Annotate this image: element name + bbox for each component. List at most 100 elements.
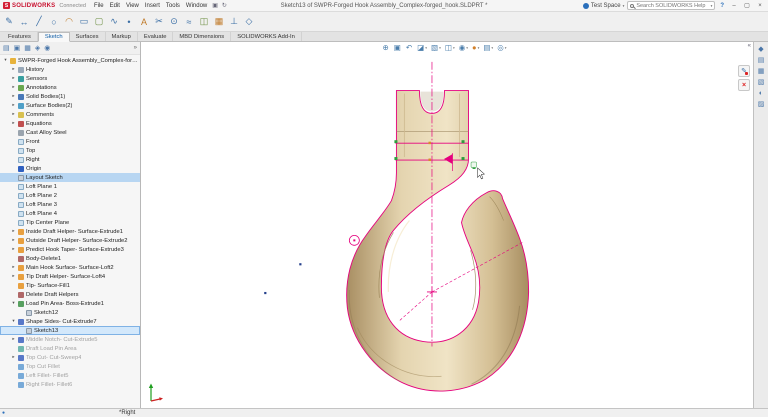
expander-icon[interactable]: ▸ xyxy=(11,94,16,99)
point-tool-icon[interactable]: • xyxy=(122,14,136,30)
ribbon-tab[interactable]: Markup xyxy=(106,32,138,41)
design-library-icon[interactable]: ▤ xyxy=(758,57,765,64)
tree-item[interactable]: Top Cut Fillet xyxy=(0,362,140,371)
expander-icon[interactable]: ▸ xyxy=(11,247,16,252)
ribbon-tab[interactable]: Evaluate xyxy=(138,32,174,41)
close-button[interactable]: × xyxy=(755,0,765,11)
save-icon[interactable]: ▣ xyxy=(210,2,220,9)
tree-item[interactable]: Loft Plane 3 xyxy=(0,200,140,209)
circle-tool-icon[interactable]: ○ xyxy=(47,14,61,30)
tree-item[interactable]: Top xyxy=(0,146,140,155)
section-view-icon[interactable]: ◪ ▾ xyxy=(416,43,428,53)
arc-tool-icon[interactable]: ◠ xyxy=(62,14,76,30)
propertymanager-icon[interactable]: ▣ xyxy=(14,45,21,52)
apply-scene-icon[interactable]: ▤ ▾ xyxy=(482,43,494,53)
slot-tool-icon[interactable]: ▢ xyxy=(92,14,106,30)
display-relations-icon[interactable]: ⊥ xyxy=(227,14,241,30)
smart-dimension-icon[interactable]: ↔ xyxy=(17,14,31,30)
view-settings-icon[interactable]: ◎ ▾ xyxy=(496,43,507,53)
expander-icon[interactable]: ▸ xyxy=(11,265,16,270)
hide-show-items-icon[interactable]: ◉ ▾ xyxy=(458,43,469,53)
threedexperience-icon[interactable]: ◆ xyxy=(758,46,763,53)
expander-icon[interactable]: ▸ xyxy=(11,103,16,108)
tree-item[interactable]: Loft Plane 2 xyxy=(0,191,140,200)
hook-model[interactable] xyxy=(347,91,529,391)
tree-item[interactable]: Cast Alloy Steel xyxy=(0,128,140,137)
tree-item[interactable]: ▸ Inside Draft Helper- Surface-Extrude1 xyxy=(0,227,140,236)
menu-item[interactable]: Edit xyxy=(107,2,123,10)
offset-entities-icon[interactable]: ≈ xyxy=(182,14,196,30)
ribbon-tab[interactable]: SOLIDWORKS Add-In xyxy=(231,32,302,41)
expander-icon[interactable]: ▸ xyxy=(11,238,16,243)
help-button[interactable]: ? xyxy=(718,3,726,9)
zoom-area-icon[interactable]: ▣ xyxy=(393,43,403,53)
maximize-button[interactable]: ▢ xyxy=(742,0,752,11)
view-orientation-icon[interactable]: ▧ ▾ xyxy=(430,43,442,53)
ribbon-tab[interactable]: Features xyxy=(2,32,38,41)
appearances-scenes-icon[interactable]: ◐ xyxy=(759,90,763,97)
tree-item[interactable]: ▸ Surface Bodies(2) xyxy=(0,101,140,110)
edit-appearance-icon[interactable]: ● ▾ xyxy=(471,43,480,53)
tree-item[interactable]: ▾ SWPR-Forged Hook Assembly_Complex-forg… xyxy=(0,56,140,65)
tree-item[interactable]: Layout Sketch xyxy=(0,173,140,182)
display-style-icon[interactable]: ◫ ▾ xyxy=(444,43,456,53)
view-palette-icon[interactable]: ▧ xyxy=(758,79,765,86)
tree-item[interactable]: ▸ Comments xyxy=(0,110,140,119)
tree-item[interactable]: Front xyxy=(0,137,140,146)
tree-item[interactable]: ▸ Predict Hook Taper- Surface-Extrude3 xyxy=(0,245,140,254)
tree-item[interactable]: Sketch12 xyxy=(0,308,140,317)
workspace-selector[interactable]: Test Space ▾ xyxy=(583,3,624,9)
trim-entities-icon[interactable]: ✂ xyxy=(152,14,166,30)
sketch-points[interactable] xyxy=(264,239,355,294)
expander-icon[interactable]: ▸ xyxy=(11,112,16,117)
tree-item[interactable]: Tip Center Plane xyxy=(0,218,140,227)
cancel-sketch-button[interactable]: × xyxy=(738,79,750,91)
expander-icon[interactable]: ▾ xyxy=(11,319,16,324)
search-input[interactable] xyxy=(636,3,708,9)
line-tool-icon[interactable]: ╱ xyxy=(32,14,46,30)
menu-item[interactable]: Insert xyxy=(142,2,163,10)
tree-item[interactable]: Origin xyxy=(0,164,140,173)
tree-item[interactable]: Body-Delete1 xyxy=(0,254,140,263)
tree-item[interactable]: Delete Draft Helpers xyxy=(0,290,140,299)
expander-icon[interactable]: ▾ xyxy=(11,301,16,306)
tree-item[interactable]: Loft Plane 4 xyxy=(0,209,140,218)
expander-icon[interactable]: ▾ xyxy=(3,58,8,63)
tree-item[interactable]: ▸ Equations xyxy=(0,119,140,128)
expander-icon[interactable]: ▸ xyxy=(11,337,16,342)
quick-snaps-icon[interactable]: ◇ xyxy=(242,14,256,30)
tree-item[interactable]: Loft Plane 1 xyxy=(0,182,140,191)
ribbon-tab[interactable]: Surfaces xyxy=(70,32,106,41)
expander-icon[interactable]: ▸ xyxy=(11,76,16,81)
rebuild-icon[interactable]: ↻ xyxy=(220,2,229,9)
text-tool-icon[interactable]: A xyxy=(137,14,151,30)
tree-item[interactable]: ▸ Tip Draft Helper- Surface-Loft4 xyxy=(0,272,140,281)
tree-item[interactable]: ▸ Annotations xyxy=(0,83,140,92)
rectangle-tool-icon[interactable]: ▭ xyxy=(77,14,91,30)
tree-item[interactable]: ▸ Main Hook Surface- Surface-Loft2 xyxy=(0,263,140,272)
mirror-entities-icon[interactable]: ◫ xyxy=(197,14,211,30)
spline-tool-icon[interactable]: ∿ xyxy=(107,14,121,30)
ribbon-tab[interactable]: MBD Dimensions xyxy=(173,32,231,41)
graphics-viewport[interactable]: ⊕ ▣ ↶ ◪ ▾ ▧ ▾ ◫ ▾ ◉ xyxy=(141,42,753,408)
tree-item[interactable]: Sketch13 xyxy=(0,326,140,335)
featuremanager-tree-icon[interactable]: ▤ xyxy=(3,45,10,52)
confirm-exit-sketch-button[interactable]: ✎ xyxy=(738,65,750,77)
tree-item[interactable]: ▸ History xyxy=(0,65,140,74)
ribbon-tab[interactable]: Sketch xyxy=(38,32,70,42)
convert-entities-icon[interactable]: ⊙ xyxy=(167,14,181,30)
panel-flyout-icon[interactable]: » xyxy=(134,45,137,51)
previous-view-icon[interactable]: ↶ xyxy=(405,43,414,53)
tree-item[interactable]: ▸ Middle Notch- Cut-Extrude5 xyxy=(0,335,140,344)
expander-icon[interactable]: ▸ xyxy=(11,355,16,360)
tree-item[interactable]: ▸ Solid Bodies(1) xyxy=(0,92,140,101)
displaymanager-icon[interactable]: ◉ xyxy=(44,45,50,52)
menu-item[interactable]: Window xyxy=(183,2,210,10)
tree-item[interactable]: ▸ Top Cut- Cut-Sweep4 xyxy=(0,353,140,362)
tree-item[interactable]: Left Fillet- Fillet5 xyxy=(0,371,140,380)
linear-pattern-icon[interactable]: ▦ xyxy=(212,14,226,30)
graphics-area[interactable] xyxy=(141,42,753,408)
sketch-tool-icon[interactable]: ✎ xyxy=(2,14,16,30)
custom-properties-icon[interactable]: ▨ xyxy=(758,101,765,108)
search-scope-chevron-icon[interactable]: ▾ xyxy=(711,4,713,8)
